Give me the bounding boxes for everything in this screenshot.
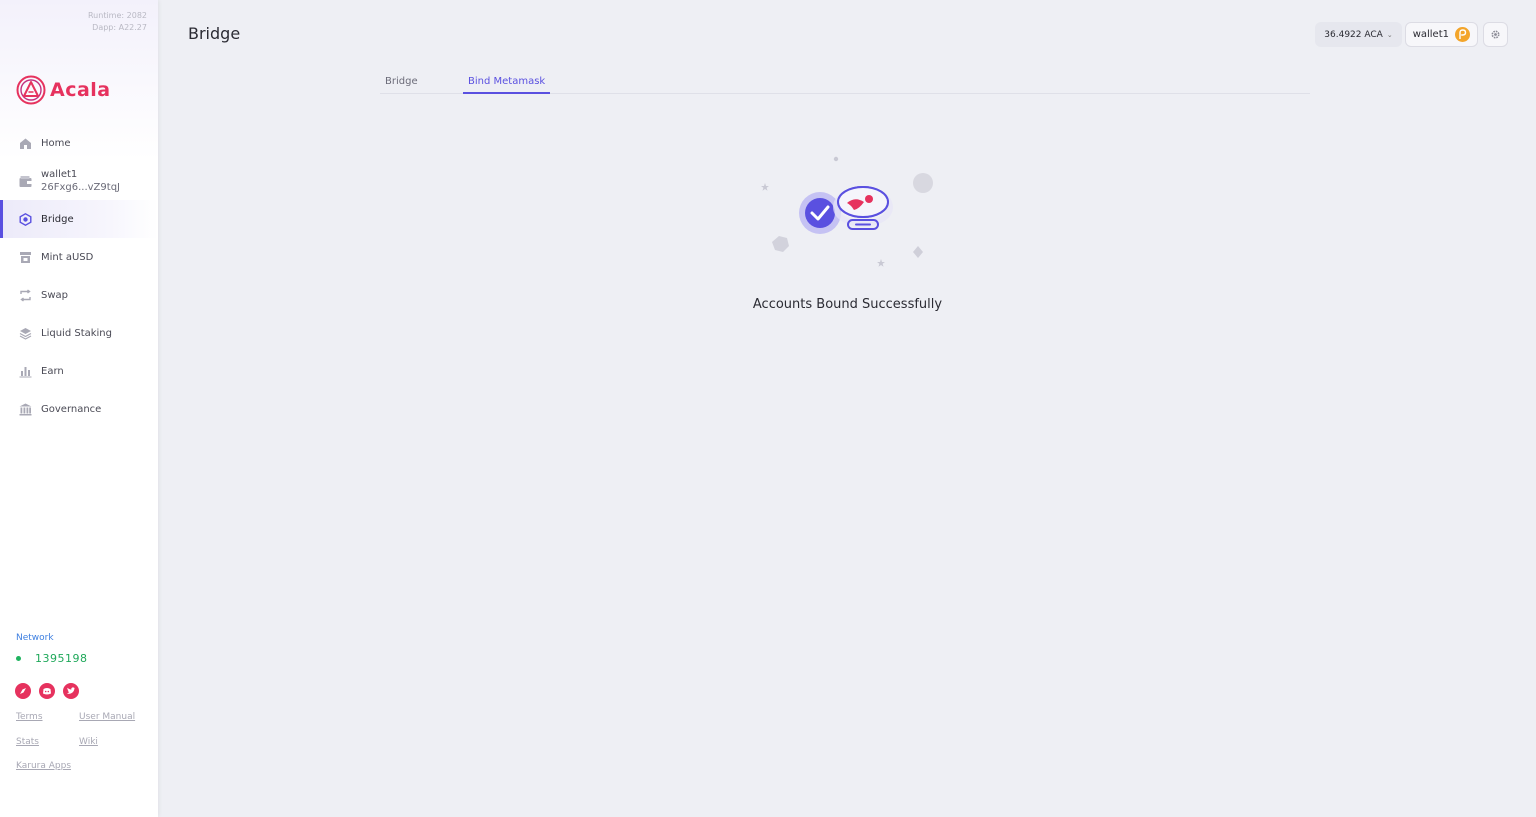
wallet-address: 26Fxg6...vZ9tqJ bbox=[41, 182, 120, 193]
top-bar: 36.4922 ACA ⌄ wallet1 bbox=[1315, 22, 1508, 47]
bridge-icon bbox=[19, 212, 32, 226]
polkadot-icon bbox=[1455, 27, 1470, 42]
sidebar-nav: Home wallet1 26Fxg6...vZ9tqJ Bridge Mint… bbox=[0, 124, 158, 428]
decor-star-icon bbox=[877, 259, 885, 267]
home-icon bbox=[19, 137, 32, 150]
user-manual-link[interactable]: User Manual bbox=[79, 712, 135, 722]
decor-star-icon bbox=[761, 183, 769, 191]
sidebar-item-label: wallet1 bbox=[41, 169, 78, 180]
decor-diamond-icon bbox=[913, 246, 923, 258]
decor-hexagon-icon bbox=[772, 236, 789, 252]
sidebar-item-label: Mint aUSD bbox=[41, 251, 94, 263]
mint-icon bbox=[19, 251, 32, 264]
sidebar-item-wallet[interactable]: wallet1 26Fxg6...vZ9tqJ bbox=[0, 162, 158, 200]
wallet-icon bbox=[19, 175, 32, 188]
sidebar-item-label: Liquid Staking bbox=[41, 327, 112, 339]
sidebar-item-governance[interactable]: Governance bbox=[0, 390, 158, 428]
sidebar-item-mint-ausd[interactable]: Mint aUSD bbox=[0, 238, 158, 276]
decor-circle-icon bbox=[913, 173, 933, 193]
stats-link[interactable]: Stats bbox=[16, 737, 39, 747]
logo-text: Acala bbox=[50, 79, 111, 101]
sidebar-item-swap[interactable]: Swap bbox=[0, 276, 158, 314]
wallet-button[interactable]: wallet1 bbox=[1404, 22, 1478, 47]
governance-icon bbox=[19, 403, 32, 416]
balance-selector[interactable]: 36.4922 ACA ⌄ bbox=[1315, 22, 1402, 47]
sidebar-item-label: Bridge bbox=[41, 213, 74, 225]
page-title: Bridge bbox=[188, 24, 241, 43]
dapp-version: Dapp: A22.27 bbox=[92, 23, 147, 32]
wiki-link[interactable]: Wiki bbox=[79, 737, 98, 747]
gear-icon bbox=[1490, 25, 1501, 44]
acala-logo-icon bbox=[16, 75, 46, 105]
sidebar-item-label: Earn bbox=[41, 365, 64, 377]
sidebar-item-label: Home bbox=[41, 137, 71, 149]
tab-bar: Bridge Bind Metamask bbox=[380, 72, 1310, 94]
tab-bind-metamask[interactable]: Bind Metamask bbox=[463, 76, 551, 94]
discord-icon[interactable] bbox=[39, 683, 55, 699]
balance-value: 36.4922 ACA bbox=[1324, 29, 1383, 40]
earn-icon bbox=[19, 365, 32, 378]
sidebar-item-bridge[interactable]: Bridge bbox=[0, 200, 158, 238]
sidebar: Runtime: 2082 Dapp: A22.27 Acala Home wa… bbox=[0, 0, 158, 817]
twitter-icon[interactable] bbox=[63, 683, 79, 699]
decor-dot-icon bbox=[833, 156, 839, 162]
success-message: Accounts Bound Successfully bbox=[752, 297, 943, 312]
karura-apps-link[interactable]: Karura Apps bbox=[16, 761, 71, 771]
wallet-name: wallet1 bbox=[1412, 29, 1449, 40]
swap-icon bbox=[19, 288, 32, 302]
sidebar-item-earn[interactable]: Earn bbox=[0, 352, 158, 390]
terms-link[interactable]: Terms bbox=[16, 712, 43, 722]
network-status: 1395198 bbox=[16, 652, 88, 665]
staking-icon bbox=[19, 327, 32, 340]
runtime-version: Runtime: 2082 bbox=[87, 11, 147, 20]
tab-bridge[interactable]: Bridge bbox=[380, 76, 423, 94]
sidebar-item-home[interactable]: Home bbox=[0, 124, 158, 162]
check-badge bbox=[805, 198, 835, 228]
network-status-dot bbox=[16, 656, 21, 661]
compass-icon[interactable] bbox=[15, 683, 31, 699]
acala-logo[interactable]: Acala bbox=[16, 75, 111, 105]
success-illustration bbox=[761, 156, 933, 267]
block-number: 1395198 bbox=[35, 652, 88, 665]
sidebar-item-label: Governance bbox=[41, 403, 102, 415]
social-links bbox=[15, 683, 87, 699]
chevron-down-icon: ⌄ bbox=[1386, 30, 1393, 39]
network-label: Network bbox=[16, 633, 54, 643]
sidebar-item-liquid-staking[interactable]: Liquid Staking bbox=[0, 314, 158, 352]
version-info: Runtime: 2082 Dapp: A22.27 bbox=[88, 10, 147, 34]
settings-button[interactable] bbox=[1483, 22, 1508, 47]
sidebar-item-label: Swap bbox=[41, 289, 69, 301]
